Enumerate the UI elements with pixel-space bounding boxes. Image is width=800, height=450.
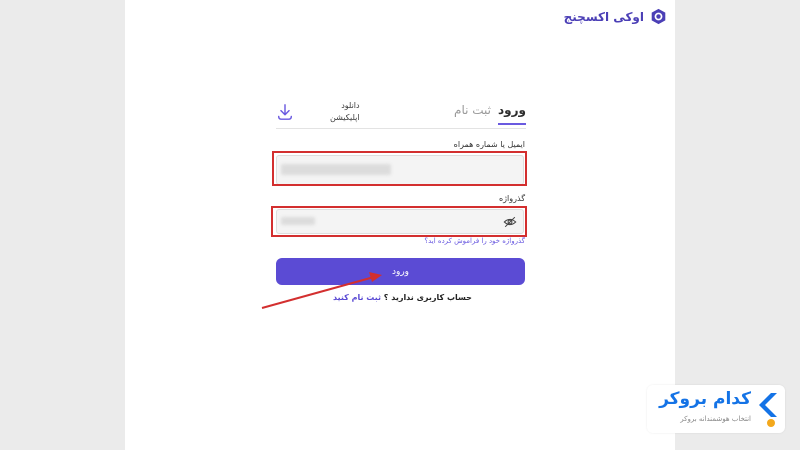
- logo-text: اوکی اکسچنج: [563, 9, 644, 24]
- email-label: ایمیل یا شماره همراه: [453, 140, 525, 149]
- forgot-password-link[interactable]: گذرواژه خود را فراموش کرده اید؟: [424, 237, 525, 245]
- download-line1: دانلود: [341, 101, 360, 110]
- watermark-dot: [767, 419, 775, 427]
- tab-register[interactable]: ثبت نام: [454, 103, 491, 117]
- no-account-text: حساب کاربری ندارید ؟: [383, 293, 472, 302]
- download-line2: اپلیکیشن: [330, 113, 360, 122]
- password-field[interactable]: [276, 209, 524, 234]
- watermark: کدام بروکر انتخاب هوشمندانه بروکر: [647, 385, 785, 433]
- download-icon: [277, 104, 293, 120]
- login-button[interactable]: ورود: [276, 258, 525, 285]
- tab-login[interactable]: ورود: [498, 103, 526, 125]
- email-field[interactable]: [276, 155, 524, 185]
- chevron-left-icon: [759, 393, 777, 417]
- signup-link[interactable]: ثبت نام کنید: [333, 293, 381, 302]
- hexagon-logo-icon: [651, 8, 666, 25]
- download-label: دانلود اپلیکیشن: [330, 100, 360, 124]
- auth-tabs: ورود ثبت نام دانلود اپلیکیشن: [276, 98, 526, 129]
- logo[interactable]: اوکی اکسچنج: [564, 8, 667, 25]
- blurred-email-value: [281, 164, 391, 175]
- blurred-password-value: [281, 217, 315, 225]
- password-label: گذرواژه: [498, 194, 525, 203]
- watermark-title: کدام بروکر: [659, 389, 751, 409]
- signup-prompt: حساب کاربری ندارید ؟ ثبت نام کنید: [333, 293, 472, 302]
- watermark-subtitle: انتخاب هوشمندانه بروکر: [680, 415, 751, 423]
- eye-slash-icon[interactable]: [503, 215, 517, 229]
- download-app-link[interactable]: دانلود اپلیکیشن: [276, 100, 360, 124]
